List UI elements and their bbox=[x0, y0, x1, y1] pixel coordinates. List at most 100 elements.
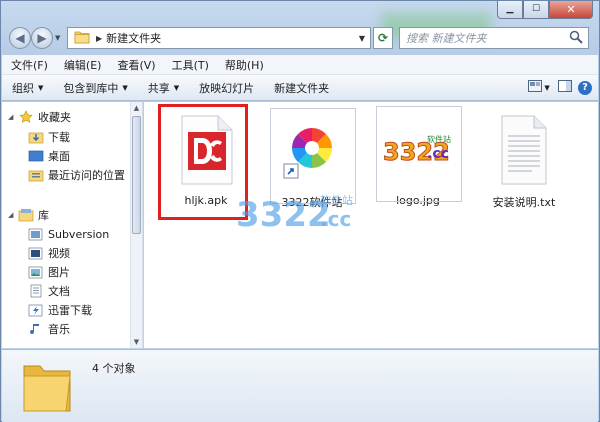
forward-button[interactable]: ▶ bbox=[31, 27, 53, 49]
nav-scrollbar[interactable]: ▲ ▼ bbox=[130, 102, 142, 348]
file-item[interactable]: 安装说明.txt bbox=[478, 106, 570, 218]
nav-label: 视频 bbox=[48, 247, 70, 260]
nav-label: 桌面 bbox=[48, 150, 70, 163]
organize-label: 组织 bbox=[12, 81, 34, 95]
forward-arrow-icon: ▶ bbox=[37, 31, 47, 45]
file-name: 安装说明.txt bbox=[492, 196, 556, 209]
video-icon bbox=[28, 245, 44, 261]
maximize-icon: ☐ bbox=[531, 4, 541, 14]
preview-pane-button[interactable] bbox=[556, 79, 574, 97]
close-button[interactable]: ✕ bbox=[549, 1, 593, 19]
close-icon: ✕ bbox=[566, 3, 576, 16]
nav-label: 收藏夹 bbox=[38, 111, 71, 124]
address-bar[interactable]: ▶ 新建文件夹 ▼ bbox=[67, 27, 371, 49]
nav-label: 音乐 bbox=[48, 323, 70, 336]
recent-pages-dropdown-icon[interactable]: ▼ bbox=[55, 34, 60, 42]
nav-label: 最近访问的位置 bbox=[48, 169, 125, 182]
collapse-icon[interactable]: ◢ bbox=[8, 113, 18, 121]
chevron-down-icon: ▼ bbox=[38, 83, 44, 92]
recent-places-icon bbox=[28, 167, 44, 183]
chevron-down-icon: ▼ bbox=[544, 83, 550, 92]
breadcrumb-separator-icon[interactable]: ▶ bbox=[96, 34, 102, 43]
pictures-icon bbox=[28, 264, 44, 280]
nav-item-subversion[interactable]: Subversion bbox=[28, 225, 109, 243]
organize-button[interactable]: 组织 ▼ bbox=[2, 80, 53, 96]
help-icon: ? bbox=[582, 82, 588, 93]
back-arrow-icon: ◀ bbox=[15, 31, 25, 45]
nav-item-pictures[interactable]: 图片 bbox=[28, 263, 70, 281]
thunder-download-icon bbox=[28, 302, 44, 318]
file-name: hljk.apk bbox=[184, 194, 228, 207]
nav-item-videos[interactable]: 视频 bbox=[28, 244, 70, 262]
folder-icon bbox=[74, 30, 90, 47]
back-button[interactable]: ◀ bbox=[9, 27, 31, 49]
documents-icon bbox=[28, 283, 44, 299]
menu-tools[interactable]: 工具(T) bbox=[165, 57, 216, 73]
command-bar: 组织 ▼ 包含到库中 ▼ 共享 ▼ 放映幻灯片 新建文件夹 ▼ ? bbox=[2, 75, 598, 101]
library-icon bbox=[18, 207, 34, 223]
watermark-logo: 3322 软件站 .cc bbox=[236, 193, 353, 235]
music-icon bbox=[28, 321, 44, 337]
new-folder-label: 新建文件夹 bbox=[274, 81, 330, 95]
file-list: hljk.apk 3322软件站 3322 软件站 .cc logo.jpg 安… bbox=[144, 102, 598, 348]
scroll-up-icon[interactable]: ▲ bbox=[131, 104, 142, 112]
text-file-icon bbox=[480, 110, 568, 190]
share-button[interactable]: 共享 ▼ bbox=[138, 80, 189, 96]
breadcrumb-current[interactable]: 新建文件夹 bbox=[106, 30, 161, 46]
minimize-button[interactable]: ▁ bbox=[497, 1, 523, 19]
search-input[interactable]: 搜索 新建文件夹 bbox=[399, 27, 589, 49]
menu-bar: 文件(F) 编辑(E) 查看(V) 工具(T) 帮助(H) bbox=[2, 55, 598, 75]
item-count: 4 个对象 bbox=[92, 362, 136, 375]
nav-item-music[interactable]: 音乐 bbox=[28, 320, 70, 338]
menu-file[interactable]: 文件(F) bbox=[4, 57, 55, 73]
command-bar-right: ▼ ? bbox=[526, 79, 598, 97]
search-placeholder: 搜索 新建文件夹 bbox=[406, 32, 487, 45]
collapse-icon[interactable]: ◢ bbox=[8, 211, 18, 219]
nav-label: 库 bbox=[38, 209, 49, 222]
downloads-folder-icon bbox=[28, 129, 44, 145]
scroll-thumb[interactable] bbox=[132, 116, 141, 234]
folder-icon bbox=[20, 356, 74, 417]
refresh-button[interactable]: ⟳ bbox=[373, 27, 393, 49]
apk-file-icon bbox=[162, 110, 250, 190]
nav-item-thunder[interactable]: 迅雷下载 bbox=[28, 301, 92, 319]
share-label: 共享 bbox=[147, 81, 170, 95]
nav-item-libraries[interactable]: ◢ 库 bbox=[8, 206, 49, 224]
new-folder-button[interactable]: 新建文件夹 bbox=[264, 80, 339, 96]
nav-item-recent[interactable]: 最近访问的位置 bbox=[28, 166, 125, 184]
nav-item-desktop[interactable]: 桌面 bbox=[28, 147, 70, 165]
chevron-down-icon: ▼ bbox=[122, 83, 128, 92]
refresh-icon: ⟳ bbox=[377, 31, 389, 45]
include-in-library-button[interactable]: 包含到库中 ▼ bbox=[53, 80, 137, 96]
nav-label: 文档 bbox=[48, 285, 70, 298]
nav-label: 图片 bbox=[48, 266, 70, 279]
nav-item-downloads[interactable]: 下载 bbox=[28, 128, 70, 146]
subversion-icon bbox=[28, 226, 44, 242]
watermark-site-label: 软件站 bbox=[320, 193, 353, 207]
nav-item-favorites[interactable]: ◢ 收藏夹 bbox=[8, 108, 71, 126]
minimize-icon: ▁ bbox=[506, 4, 514, 14]
nav-label: 下载 bbox=[48, 131, 70, 144]
address-dropdown-icon[interactable]: ▼ bbox=[354, 34, 370, 43]
nav-label: Subversion bbox=[48, 227, 110, 241]
scroll-down-icon[interactable]: ▼ bbox=[131, 338, 142, 346]
preview-pane-icon bbox=[558, 80, 572, 95]
menu-help[interactable]: 帮助(H) bbox=[218, 57, 271, 73]
menu-view[interactable]: 查看(V) bbox=[110, 57, 162, 73]
menu-edit[interactable]: 编辑(E) bbox=[57, 57, 109, 73]
change-view-button[interactable]: ▼ bbox=[528, 79, 550, 97]
watermark-digits: 3322 bbox=[236, 195, 331, 235]
caption-buttons: ▁ ☐ ✕ bbox=[497, 1, 593, 19]
details-pane: 4 个对象 bbox=[2, 349, 598, 422]
search-icon[interactable] bbox=[569, 30, 583, 47]
maximize-button[interactable]: ☐ bbox=[523, 1, 549, 19]
explorer-window: ▁ ☐ ✕ ◀ ▶ ▼ ▶ 新建文件夹 ▼ ⟳ 搜索 新建文件夹 文件(F) 编… bbox=[0, 0, 600, 422]
nav-label: 迅雷下载 bbox=[48, 304, 92, 317]
slideshow-button[interactable]: 放映幻灯片 bbox=[189, 80, 264, 96]
slideshow-label: 放映幻灯片 bbox=[199, 81, 255, 95]
thumbnail-frame bbox=[376, 106, 462, 202]
help-button[interactable]: ? bbox=[578, 80, 592, 95]
navigation-pane: ◢ 收藏夹 下载 桌面 最近访问的位置 ◢ 库 Subversion 视频 图片… bbox=[2, 102, 143, 348]
nav-item-documents[interactable]: 文档 bbox=[28, 282, 70, 300]
star-icon bbox=[18, 109, 34, 125]
